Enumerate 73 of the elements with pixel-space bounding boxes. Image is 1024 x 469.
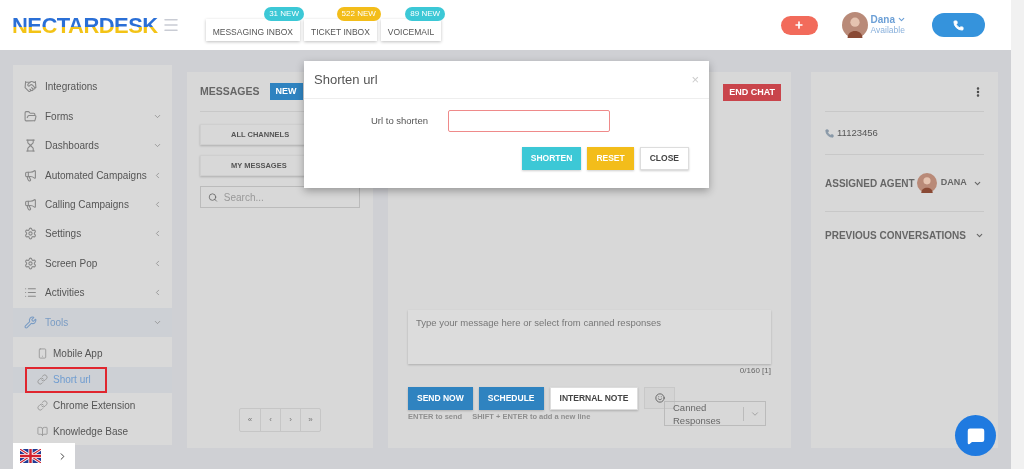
wrench-icon bbox=[24, 315, 37, 329]
url-field[interactable] bbox=[448, 110, 610, 132]
sidebar-subitem[interactable]: Mobile App bbox=[25, 340, 119, 367]
count-badge: 31 NEW bbox=[264, 7, 304, 21]
phone-icon bbox=[825, 128, 834, 138]
pager-button[interactable]: » bbox=[300, 409, 320, 431]
sidebar-subitem[interactable]: Chrome Extension bbox=[25, 392, 152, 419]
sidebar-item[interactable]: Settings bbox=[13, 219, 172, 249]
agent-name[interactable]: DANA bbox=[940, 176, 967, 190]
plus-icon bbox=[794, 20, 805, 30]
composer-button[interactable]: SCHEDULE bbox=[478, 386, 544, 410]
link-icon bbox=[37, 400, 48, 412]
chevron-left-icon bbox=[153, 258, 162, 268]
pager-button[interactable]: ‹ bbox=[260, 409, 280, 431]
inbox-tab[interactable]: VOICEMAIL bbox=[380, 19, 442, 42]
pager-button[interactable]: › bbox=[280, 409, 300, 431]
chevron-left-icon bbox=[153, 199, 162, 209]
search-icon bbox=[208, 191, 218, 203]
search-field[interactable]: Search... bbox=[200, 186, 360, 208]
sidebar-item[interactable]: Forms bbox=[13, 101, 172, 131]
dialog-button[interactable]: CLOSE bbox=[639, 147, 689, 170]
message-field[interactable]: Type your message here or select from canned responses bbox=[408, 309, 771, 364]
megaphone-icon bbox=[24, 197, 37, 211]
handshake-icon bbox=[24, 80, 37, 94]
composer-button[interactable]: SEND NOW bbox=[408, 386, 473, 410]
canned-responses-select[interactable]: Canned Responses bbox=[664, 401, 766, 426]
sidebar-item[interactable]: Dashboards bbox=[13, 130, 172, 161]
composer-button[interactable]: INTERNAL NOTE bbox=[549, 386, 639, 410]
user-name[interactable]: Dana bbox=[870, 14, 906, 25]
gear-icon bbox=[24, 227, 37, 241]
folder-icon bbox=[24, 109, 37, 123]
link-icon bbox=[37, 374, 48, 386]
sidebar-item[interactable]: Screen Pop bbox=[13, 248, 172, 279]
avatar bbox=[841, 12, 868, 38]
section-label: ASSIGNED AGENT bbox=[825, 176, 915, 191]
avatar bbox=[916, 173, 937, 193]
flag-icon bbox=[20, 449, 41, 463]
pager-button[interactable]: « bbox=[240, 409, 260, 431]
gear-icon bbox=[24, 256, 37, 270]
megaphone-icon bbox=[24, 168, 37, 182]
sidebar-item[interactable]: Integrations bbox=[13, 72, 172, 102]
inbox-tab[interactable]: TICKET INBOX bbox=[303, 19, 377, 42]
hourglass-icon bbox=[24, 139, 37, 153]
end-chat-button[interactable]: END CHAT bbox=[723, 84, 781, 101]
chevron-left-icon bbox=[153, 170, 162, 180]
user-status: Available bbox=[870, 25, 906, 36]
sidebar-item[interactable]: Automated Campaigns bbox=[13, 160, 172, 190]
smiley-icon bbox=[654, 392, 665, 403]
chevron-left-icon bbox=[153, 229, 162, 239]
sidebar-item[interactable]: Activities bbox=[13, 278, 172, 308]
dialog-title: Shorten url bbox=[314, 70, 378, 89]
count-badge: 522 NEW bbox=[336, 7, 381, 21]
count-badge: 89 NEW bbox=[405, 7, 446, 21]
search-input[interactable]: Search... bbox=[223, 189, 352, 205]
sidebar-subitem[interactable]: Knowledge Base bbox=[25, 418, 145, 445]
new-button[interactable]: NEW bbox=[269, 83, 303, 100]
character-counter: 0/160 [1] bbox=[739, 364, 771, 377]
phone-icon bbox=[953, 19, 964, 31]
panel-title: MESSAGES bbox=[200, 83, 260, 99]
chat-icon bbox=[966, 426, 985, 445]
add-button[interactable] bbox=[780, 15, 818, 35]
field-label: Url to shorten bbox=[369, 113, 428, 128]
call-button[interactable] bbox=[932, 13, 985, 37]
book-icon bbox=[37, 426, 48, 438]
phone-number: 11123456 bbox=[837, 125, 878, 140]
language-selector[interactable] bbox=[13, 443, 75, 469]
sidebar-item[interactable]: Calling Campaigns bbox=[13, 189, 172, 220]
phone-device-icon bbox=[37, 348, 48, 360]
list-icon bbox=[24, 286, 37, 300]
chevron-left-icon bbox=[153, 288, 162, 298]
inbox-tab[interactable]: MESSAGING INBOX bbox=[205, 19, 300, 42]
section-label[interactable]: PREVIOUS CONVERSATIONS bbox=[825, 227, 966, 243]
chevron-down-icon bbox=[897, 15, 906, 24]
